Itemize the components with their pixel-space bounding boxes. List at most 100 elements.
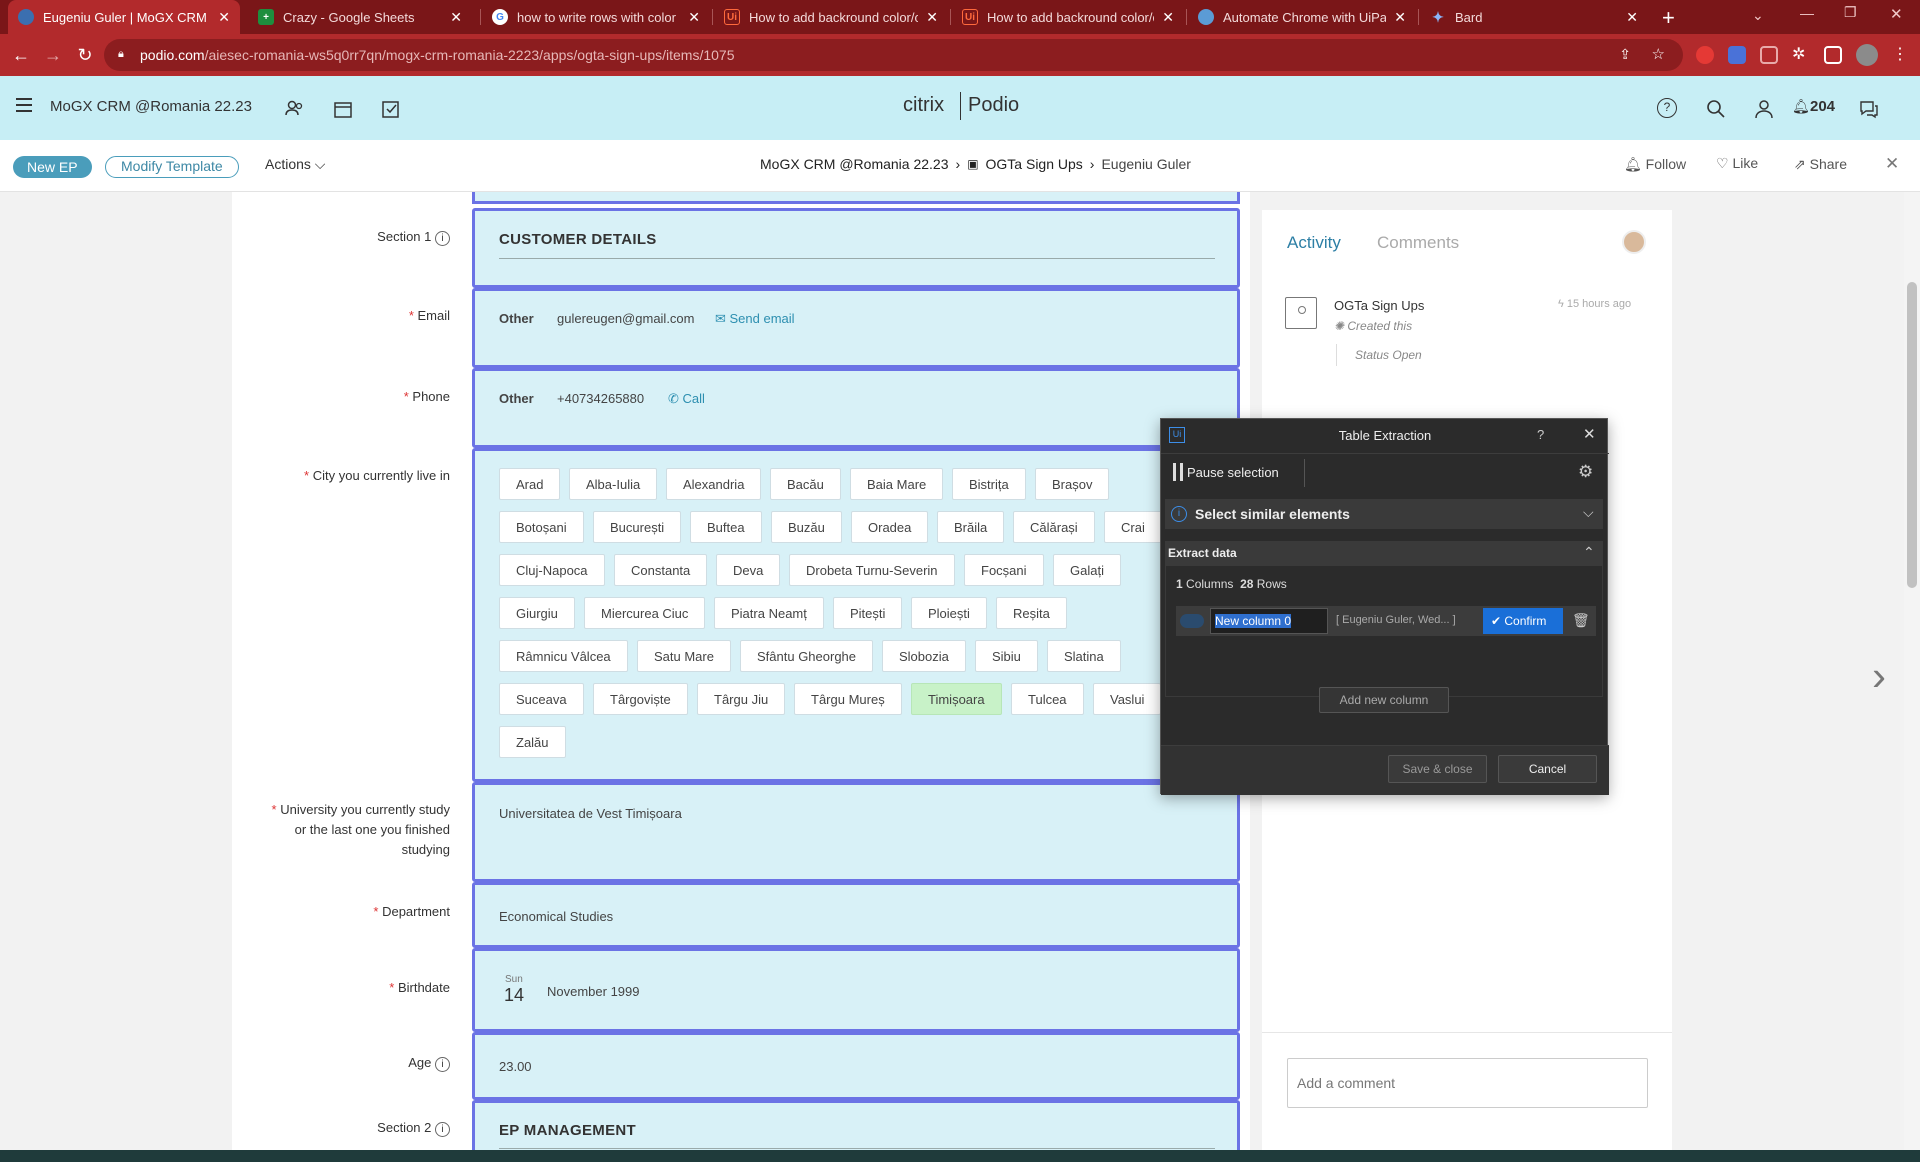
extension-icon[interactable] [1696,46,1714,64]
browser-tab-sheets[interactable]: + Crazy - Google Sheets ✕ [248,0,472,34]
confirm-button[interactable]: ✔ Confirm [1483,608,1563,634]
city-option[interactable]: Brașov [1035,468,1110,500]
notifications-bell-icon[interactable]: 🔔︎ [1792,98,1810,115]
city-option[interactable]: Crai [1104,511,1162,543]
close-tab-icon[interactable]: ✕ [1162,9,1174,26]
email-value[interactable]: gulereugen@gmail.com [557,311,695,326]
city-option[interactable]: Buzău [771,511,842,543]
close-tab-icon[interactable]: ✕ [450,9,462,26]
window-close-icon[interactable]: ✕ [1890,5,1903,23]
actions-menu[interactable]: Actions ⌵ [265,156,325,173]
city-option[interactable]: Ploiești [911,597,987,629]
share-page-icon[interactable]: ⇪ [1619,46,1631,63]
browser-tab-google[interactable]: G how to write rows with color in ✕ [482,0,710,34]
column-name-input[interactable]: New column 0 [1210,608,1328,634]
phone-value[interactable]: +40734265880 [557,391,644,406]
browser-tab-podio[interactable]: Eugeniu Guler | MoGX CRM @R ✕ [8,0,240,34]
department-field[interactable]: Economical Studies [472,882,1240,948]
search-icon[interactable] [1705,98,1727,120]
bookmark-star-icon[interactable]: ☆ [1652,45,1665,63]
reload-icon[interactable]: ↻ [74,44,96,66]
city-option[interactable]: Cluj-Napoca [499,554,605,586]
city-option[interactable]: Miercurea Ciuc [584,597,706,629]
browser-menu-icon[interactable]: ⋮ [1892,44,1908,64]
city-option[interactable]: Zalău [499,726,566,758]
extensions-puzzle-icon[interactable]: ✲ [1792,44,1805,64]
modify-template-button[interactable]: Modify Template [105,156,239,178]
browser-tab-uipath-1[interactable]: Ui How to add backround color/ce ✕ [714,0,948,34]
city-option[interactable]: Bacău [770,468,841,500]
city-option[interactable]: Alba-Iulia [569,468,658,500]
share-button[interactable]: ⇗ Share [1794,156,1847,173]
browser-tab-uipath-2[interactable]: Ui How to add backround color/ce ✕ [952,0,1184,34]
trash-icon[interactable]: 🗑︎ [1572,612,1590,629]
profile-avatar[interactable] [1856,44,1878,66]
city-option[interactable]: Baia Mare [850,468,944,500]
close-item-icon[interactable]: ✕ [1885,154,1899,174]
city-option[interactable]: Focșani [964,554,1044,586]
breadcrumb-workspace[interactable]: MoGX CRM @Romania 22.23 [760,156,949,172]
city-option[interactable]: Pitești [833,597,903,629]
city-option[interactable]: Botoșani [499,511,584,543]
calendar-icon[interactable] [332,98,354,120]
side-panel-icon[interactable] [1824,46,1842,64]
city-option[interactable]: Piatra Neamț [714,597,824,629]
city-option[interactable]: Sibiu [975,640,1038,672]
city-option[interactable]: Brăila [937,511,1005,543]
tab-activity[interactable]: Activity [1287,233,1341,253]
city-option[interactable]: Buftea [690,511,762,543]
save-close-button[interactable]: Save & close [1388,755,1487,783]
settings-gear-icon[interactable]: ⚙︎ [1578,462,1593,482]
address-bar[interactable]: 🔒︎ podio.com/aiesec-romania-ws5q0rr7qn/m… [104,39,1683,71]
city-option[interactable]: Drobeta Turnu-Severin [789,554,955,586]
browser-tab-bard[interactable]: ✦ Bard ✕ [1420,0,1648,34]
browser-tab-automate[interactable]: Automate Chrome with UiPath ✕ [1188,0,1416,34]
close-tab-icon[interactable]: ✕ [688,9,700,26]
back-icon[interactable]: ← [10,44,32,66]
city-option[interactable]: Râmnicu Vâlcea [499,640,628,672]
city-option[interactable]: Târgu Jiu [697,683,786,715]
send-email-link[interactable]: ✉︎ Send email [715,311,795,327]
city-option[interactable]: Constanta [614,554,708,586]
add-new-column-button[interactable]: Add new column [1319,687,1449,713]
forward-icon[interactable]: → [42,44,64,66]
call-link[interactable]: ✆ Call [668,391,705,407]
info-icon[interactable]: i [435,231,450,246]
tab-comments[interactable]: Comments [1377,233,1459,253]
section1-field[interactable]: CUSTOMER DETAILS [472,208,1240,288]
city-option[interactable]: Reșita [996,597,1067,629]
city-option[interactable]: Slobozia [882,640,966,672]
city-option[interactable]: Alexandria [666,468,762,500]
birthdate-field[interactable]: Sun 14 November 1999 [472,948,1240,1032]
city-option[interactable]: Târgu Mureș [794,683,902,715]
city-option[interactable]: Giurgiu [499,597,575,629]
tasks-icon[interactable] [380,98,402,120]
chat-icon[interactable] [1858,98,1880,120]
breadcrumb-app[interactable]: OGTa Sign Ups [986,156,1083,172]
translate-extension-icon[interactable] [1728,46,1746,64]
city-option[interactable]: Slatina [1047,640,1121,672]
mail-extension-icon[interactable] [1760,46,1778,64]
city-option[interactable]: Oradea [851,511,929,543]
pause-selection-button[interactable]: Pause selection [1187,465,1279,480]
city-option[interactable]: Sfântu Gheorghe [740,640,874,672]
new-ep-button[interactable]: New EP [13,156,92,178]
workspace-name[interactable]: MoGX CRM @Romania 22.23 [50,98,252,115]
hamburger-menu-icon[interactable] [16,98,32,112]
follow-button[interactable]: 🔔︎ Follow [1624,156,1686,173]
dialog-close-icon[interactable]: ✕ [1583,425,1596,443]
minimize-icon[interactable]: — [1800,5,1814,21]
phone-field[interactable]: Other +40734265880 ✆ Call [472,368,1240,448]
city-option[interactable]: Călărași [1013,511,1095,543]
next-item-arrow-icon[interactable]: › [1872,652,1886,700]
email-field[interactable]: Other gulereugen@gmail.com ✉︎ Send email [472,288,1240,368]
extract-data-header[interactable]: Extract data ⌃ [1165,541,1603,565]
city-option[interactable]: Timișoara [911,683,1002,715]
page-scrollbar[interactable] [1904,192,1920,1150]
close-tab-icon[interactable]: ✕ [1394,9,1406,26]
column-toggle[interactable] [1180,614,1204,628]
select-similar-row[interactable]: i Select similar elements ⌵ [1165,499,1603,529]
notifications-count[interactable]: 204 [1810,98,1835,115]
user-avatar[interactable] [1622,230,1646,254]
city-option[interactable]: Galați [1053,554,1121,586]
